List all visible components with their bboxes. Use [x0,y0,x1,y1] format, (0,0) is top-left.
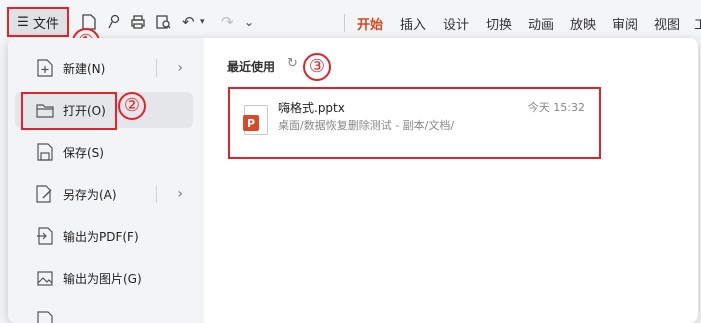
menu-item-save-as[interactable]: 另存为(A) › [15,176,193,212]
tab-animation[interactable]: 动画 [528,14,554,33]
tab-home[interactable]: 开始 [357,14,384,41]
more-icon[interactable]: ⌄ [244,12,254,32]
menu-item-more[interactable] [15,302,193,323]
file-menu-panel: 新建(N) › 打开(O) 保存(S) 另存为(A) › 输出为PDF(F) 输… [8,38,698,323]
print-icon[interactable] [130,12,146,32]
recent-title: 最近使用 [227,60,276,74]
menu-item-label: 保存(S) [63,145,104,160]
toolbar-divider [344,14,345,32]
tab-view[interactable]: 视图 [654,14,680,33]
menu-item-label: 另存为(A) [63,187,117,202]
menu-item-new[interactable]: 新建(N) › [15,50,193,86]
file-name: 嗨格式.pptx [278,101,345,115]
save-as-icon [35,184,55,204]
chevron-right-icon[interactable]: › [177,60,183,76]
menu-item-label: 输出为图片(G) [63,271,142,286]
file-menu-list: 新建(N) › 打开(O) 保存(S) 另存为(A) › 输出为PDF(F) 输… [8,38,204,323]
tab-insert[interactable]: 插入 [400,14,426,33]
undo-dropdown-icon[interactable]: ▾ [200,12,205,32]
menu-divider [156,59,157,77]
menu-item-save[interactable]: 保存(S) [15,134,193,170]
tab-review[interactable]: 审阅 [612,14,638,33]
tab-design[interactable]: 设计 [443,14,469,33]
menu-divider [156,185,157,203]
annotation-2: ② [118,92,146,120]
image-export-icon [35,268,55,288]
new-icon [35,58,55,78]
save-icon [35,142,55,162]
pin-icon[interactable] [107,12,121,32]
file-path: 桌面/数据恢复删除测试 - 副本/文档/ [278,119,455,132]
refresh-icon[interactable]: ↻ [287,56,298,71]
tab-tools[interactable]: 工 [694,14,701,33]
file-menu-label: 文件 [32,16,59,32]
menu-item-label: 新建(N) [63,61,106,76]
menu-item-export-image[interactable]: 输出为图片(G) [15,260,193,296]
ppt-badge: P [243,115,259,131]
pdf-export-icon [35,226,55,246]
menu-icon: ☰ [17,14,29,30]
file-menu-button[interactable]: ☰ 文件 [7,7,69,37]
document-icon [35,310,55,323]
tab-transition[interactable]: 切换 [486,14,512,33]
menu-item-export-pdf[interactable]: 输出为PDF(F) [15,218,193,254]
recent-file-item[interactable]: P 嗨格式.pptx 桌面/数据恢复删除测试 - 副本/文档/ 今天 15:32 [228,87,601,159]
redo-icon[interactable]: ↷ [221,12,234,32]
undo-icon[interactable]: ↶ [182,12,195,32]
menu-item-label: 输出为PDF(F) [63,229,139,244]
annotation-3: ③ [303,53,331,81]
print-preview-icon[interactable] [155,12,171,32]
file-time: 今天 15:32 [527,101,585,114]
chevron-right-icon[interactable]: › [177,186,183,202]
highlight-open-box [21,92,117,130]
tab-slideshow[interactable]: 放映 [570,14,596,33]
pptx-file-icon: P [243,105,268,135]
